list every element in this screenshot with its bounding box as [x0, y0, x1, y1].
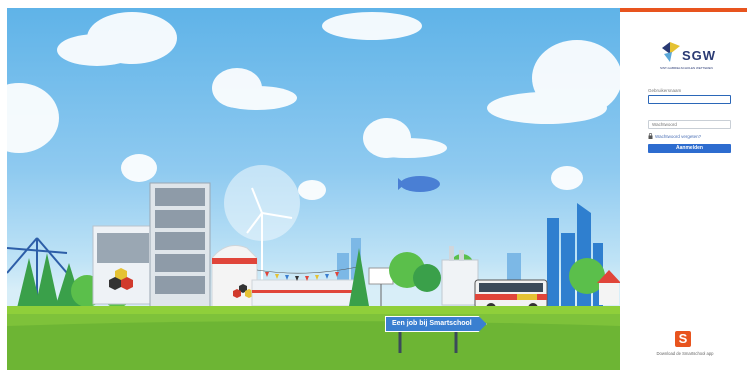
smartschool-app-icon[interactable]: S [675, 331, 691, 347]
logo-shape-icon [662, 42, 680, 62]
username-input[interactable] [648, 95, 731, 104]
background-illustration: Een job bij Smartschool [7, 8, 620, 370]
login-button[interactable]: Aanmelden [648, 144, 731, 153]
job-sign[interactable]: Een job bij Smartschool [385, 316, 487, 332]
city-scene [7, 12, 620, 370]
forgot-password-label: Wachtwoord vergeten? [655, 133, 702, 139]
username-label: Gebruikersnaam [648, 88, 682, 93]
lock-icon [648, 133, 653, 139]
password-input[interactable] [648, 120, 731, 129]
logo-subtitle: SINT-GABRIELSCHOLEN WETTEREN [660, 66, 713, 70]
school-logo: SGW SINT-GABRIELSCHOLEN WETTEREN [660, 38, 715, 78]
login-panel: SGW SINT-GABRIELSCHOLEN WETTEREN Gebruik… [620, 8, 747, 373]
forgot-password-link[interactable]: Wachtwoord vergeten? [648, 133, 701, 139]
accent-bar [620, 8, 747, 12]
logo-text: SGW [682, 48, 717, 63]
download-app-link[interactable]: Download de Smartschool app [640, 351, 730, 356]
